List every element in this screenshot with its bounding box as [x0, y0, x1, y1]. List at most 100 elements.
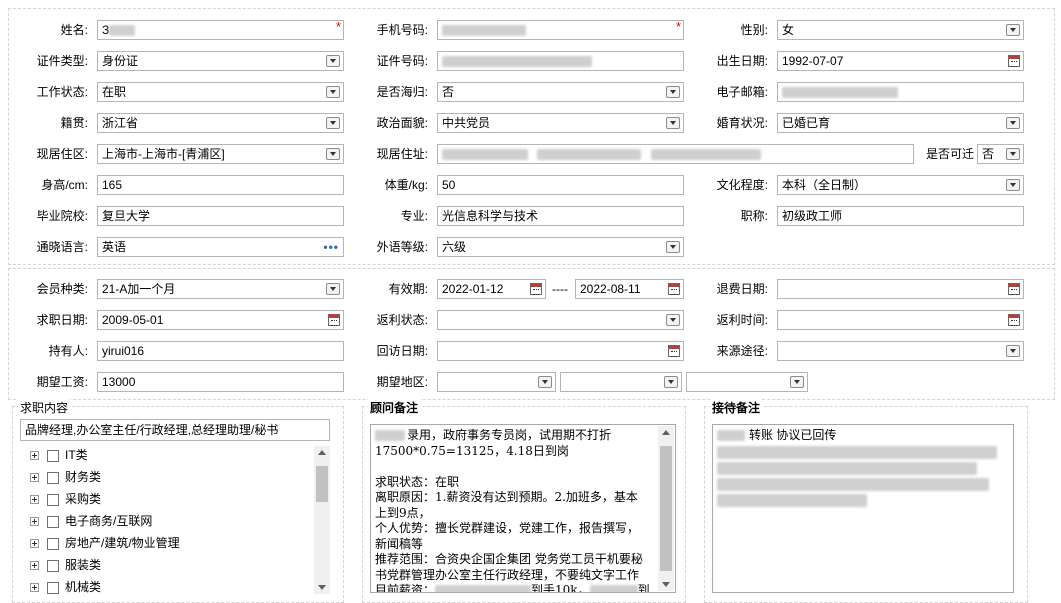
- chevron-down-icon[interactable]: [326, 86, 340, 98]
- address-input[interactable]: [437, 144, 914, 164]
- scroll-up-icon[interactable]: [318, 450, 326, 455]
- language-value: 英语: [102, 240, 127, 254]
- category-tree[interactable]: IT类 财务类 采购类 电子商务/互联网 房地产/建筑/物业管理 服装类 机械类: [20, 444, 330, 594]
- tree-item[interactable]: 电子商务/互联网: [30, 511, 152, 531]
- area-province-select[interactable]: [437, 372, 556, 392]
- reception-notes-textarea[interactable]: 转账 协议已回传: [712, 424, 1014, 593]
- source-select[interactable]: [777, 341, 1024, 361]
- scroll-up-icon[interactable]: [662, 430, 670, 435]
- weight-input[interactable]: 50: [437, 175, 684, 195]
- chevron-down-icon[interactable]: [664, 376, 678, 388]
- tree-item[interactable]: IT类: [30, 445, 88, 465]
- expand-icon[interactable]: [30, 451, 39, 461]
- id-no-input[interactable]: [437, 51, 684, 71]
- work-status-label: 工作状态:: [36, 85, 88, 99]
- education-select[interactable]: 本科（全日制）: [777, 175, 1024, 195]
- expand-icon[interactable]: [30, 561, 39, 571]
- calendar-icon[interactable]: [1008, 55, 1020, 67]
- chevron-down-icon[interactable]: [666, 117, 680, 129]
- work-status-select[interactable]: 在职: [97, 82, 344, 102]
- chevron-down-icon[interactable]: [666, 314, 680, 326]
- chevron-down-icon[interactable]: [326, 148, 340, 160]
- checkbox[interactable]: [47, 449, 59, 462]
- expand-icon[interactable]: [30, 517, 39, 527]
- chevron-down-icon[interactable]: [538, 376, 552, 388]
- political-select[interactable]: 中共党员: [437, 113, 684, 133]
- tree-item[interactable]: 财务类: [30, 467, 101, 487]
- language-picker[interactable]: 英语 •••: [97, 237, 344, 257]
- email-input[interactable]: [777, 82, 1024, 102]
- consultant-notes-textarea[interactable]: 录用，政府事务专员岗，试用期不打折 17500*0.75=13125，4.18日…: [370, 424, 676, 593]
- calendar-icon[interactable]: [328, 314, 340, 326]
- job-date-input[interactable]: 2009-05-01: [97, 310, 344, 330]
- height-input[interactable]: 165: [97, 175, 344, 195]
- tree-item[interactable]: 服装类: [30, 555, 101, 575]
- language-label: 通晓语言:: [36, 240, 88, 254]
- visit-date-input[interactable]: [437, 341, 684, 361]
- region-select[interactable]: 上海市-上海市-[青浦区]: [97, 144, 344, 164]
- id-type-select[interactable]: 身份证: [97, 51, 344, 71]
- scroll-down-icon[interactable]: [318, 585, 326, 590]
- notes-scrollbar[interactable]: [658, 426, 674, 591]
- chevron-down-icon[interactable]: [1006, 148, 1020, 160]
- checkbox[interactable]: [47, 515, 59, 528]
- chevron-down-icon[interactable]: [1006, 179, 1020, 191]
- tree-item-label: 电子商务/互联网: [65, 514, 153, 528]
- checkbox[interactable]: [47, 581, 59, 594]
- tree-item[interactable]: 采购类: [30, 489, 101, 509]
- returnee-select[interactable]: 否: [437, 82, 684, 102]
- chevron-down-icon[interactable]: [326, 117, 340, 129]
- member-type-select[interactable]: 21-A加一个月: [97, 279, 344, 299]
- rebate-time-input[interactable]: [777, 310, 1024, 330]
- expand-icon[interactable]: [30, 539, 39, 549]
- area-city-select[interactable]: [560, 372, 682, 392]
- calendar-icon[interactable]: [1008, 314, 1020, 326]
- holder-input[interactable]: yirui016: [97, 341, 344, 361]
- chevron-down-icon[interactable]: [666, 241, 680, 253]
- movable-select[interactable]: 否: [977, 144, 1024, 164]
- native-place-select[interactable]: 浙江省: [97, 113, 344, 133]
- calendar-icon[interactable]: [530, 283, 542, 295]
- major-input[interactable]: 光信息科学与技术: [437, 206, 684, 226]
- calendar-icon[interactable]: [668, 283, 680, 295]
- chevron-down-icon[interactable]: [790, 376, 804, 388]
- checkbox[interactable]: [47, 559, 59, 572]
- checkbox[interactable]: [47, 493, 59, 506]
- chevron-down-icon[interactable]: [1006, 345, 1020, 357]
- validity-end-input[interactable]: 2022-08-11: [575, 279, 684, 299]
- checkbox[interactable]: [47, 537, 59, 550]
- calendar-icon[interactable]: [668, 345, 680, 357]
- mobile-input[interactable]: *: [437, 20, 684, 40]
- expand-icon[interactable]: [30, 583, 39, 593]
- scroll-down-icon[interactable]: [662, 582, 670, 587]
- job-date-value: 2009-05-01: [102, 313, 164, 327]
- tree-item[interactable]: 机械类: [30, 577, 101, 594]
- expand-icon[interactable]: [30, 473, 39, 483]
- tree-scrollbar[interactable]: [314, 446, 330, 594]
- calendar-icon[interactable]: [1008, 283, 1020, 295]
- scroll-thumb[interactable]: [316, 466, 328, 502]
- validity-start-input[interactable]: 2022-01-12: [437, 279, 546, 299]
- chevron-down-icon[interactable]: [1006, 117, 1020, 129]
- refund-date-input[interactable]: [777, 279, 1024, 299]
- birth-date-input[interactable]: 1992-07-07: [777, 51, 1024, 71]
- tree-item[interactable]: 房地产/建筑/物业管理: [30, 533, 180, 553]
- gender-select[interactable]: 女: [777, 20, 1024, 40]
- chevron-down-icon[interactable]: [326, 283, 340, 295]
- rebate-status-select[interactable]: [437, 310, 684, 330]
- email-label: 电子邮箱:: [716, 85, 768, 99]
- scroll-thumb[interactable]: [660, 446, 672, 571]
- chevron-down-icon[interactable]: [1006, 24, 1020, 36]
- expand-icon[interactable]: [30, 495, 39, 505]
- marital-select[interactable]: 已婚已育: [777, 113, 1024, 133]
- job-title-input[interactable]: 初级政工师: [777, 206, 1024, 226]
- lang-level-select[interactable]: 六级: [437, 237, 684, 257]
- salary-input[interactable]: 13000: [97, 372, 344, 392]
- area-district-select[interactable]: [686, 372, 808, 392]
- chevron-down-icon[interactable]: [666, 86, 680, 98]
- chevron-down-icon[interactable]: [326, 55, 340, 67]
- name-input[interactable]: З *: [97, 20, 344, 40]
- school-input[interactable]: 复旦大学: [97, 206, 344, 226]
- more-options-icon[interactable]: •••: [323, 238, 339, 256]
- checkbox[interactable]: [47, 471, 59, 484]
